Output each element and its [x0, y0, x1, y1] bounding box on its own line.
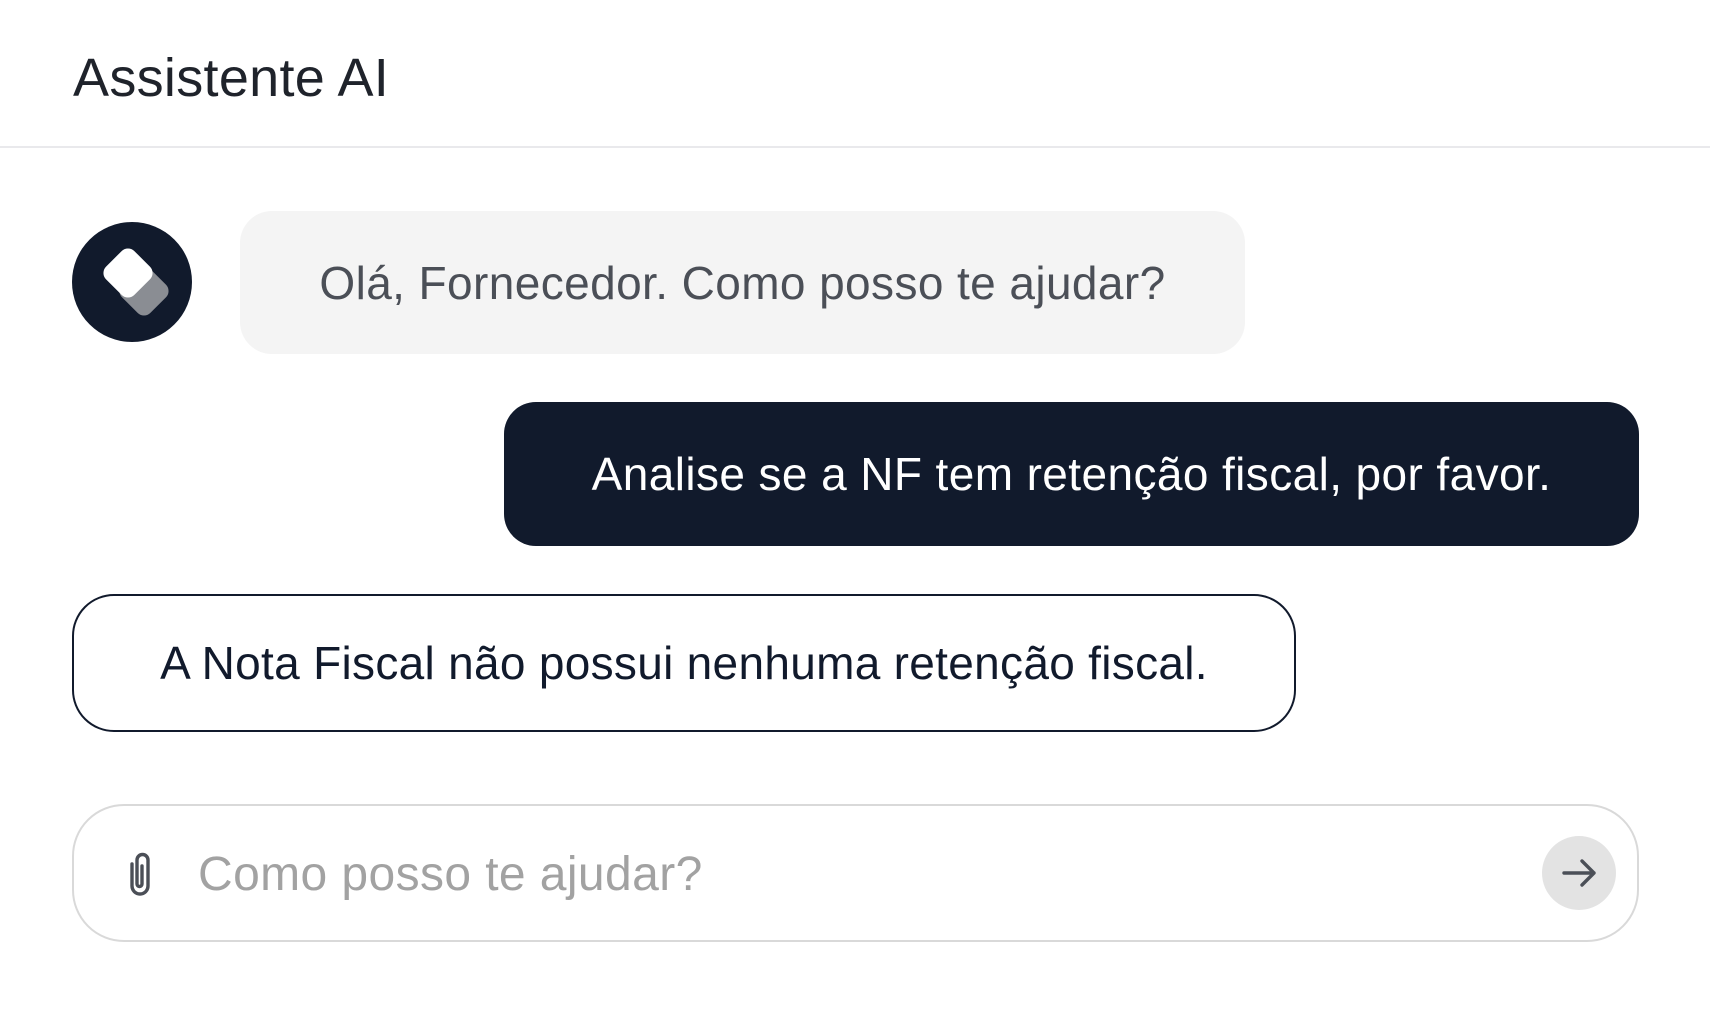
- paperclip-icon[interactable]: [116, 850, 164, 900]
- user-message-bubble: Analise se a NF tem retenção fiscal, por…: [504, 402, 1639, 546]
- message-input[interactable]: [198, 834, 1478, 914]
- panel-header: Assistente AI: [0, 0, 1710, 148]
- message-text: A Nota Fiscal não possui nenhuma retençã…: [160, 637, 1208, 689]
- send-button[interactable]: [1542, 836, 1616, 910]
- assistant-avatar: [72, 222, 192, 342]
- arrow-right-icon: [1562, 859, 1596, 887]
- assistant-logo-icon: [103, 248, 169, 316]
- message-text: Olá, Fornecedor. Como posso te ajudar?: [319, 256, 1166, 309]
- message-composer: [72, 804, 1639, 942]
- assistant-response-bubble: A Nota Fiscal não possui nenhuma retençã…: [72, 594, 1296, 732]
- message-text: Analise se a NF tem retenção fiscal, por…: [591, 448, 1552, 500]
- assistant-message-bubble: Olá, Fornecedor. Como posso te ajudar?: [240, 211, 1245, 354]
- assistant-panel: Assistente AI Olá, Fornecedor. Como poss…: [0, 0, 1710, 1026]
- panel-title: Assistente AI: [73, 48, 390, 108]
